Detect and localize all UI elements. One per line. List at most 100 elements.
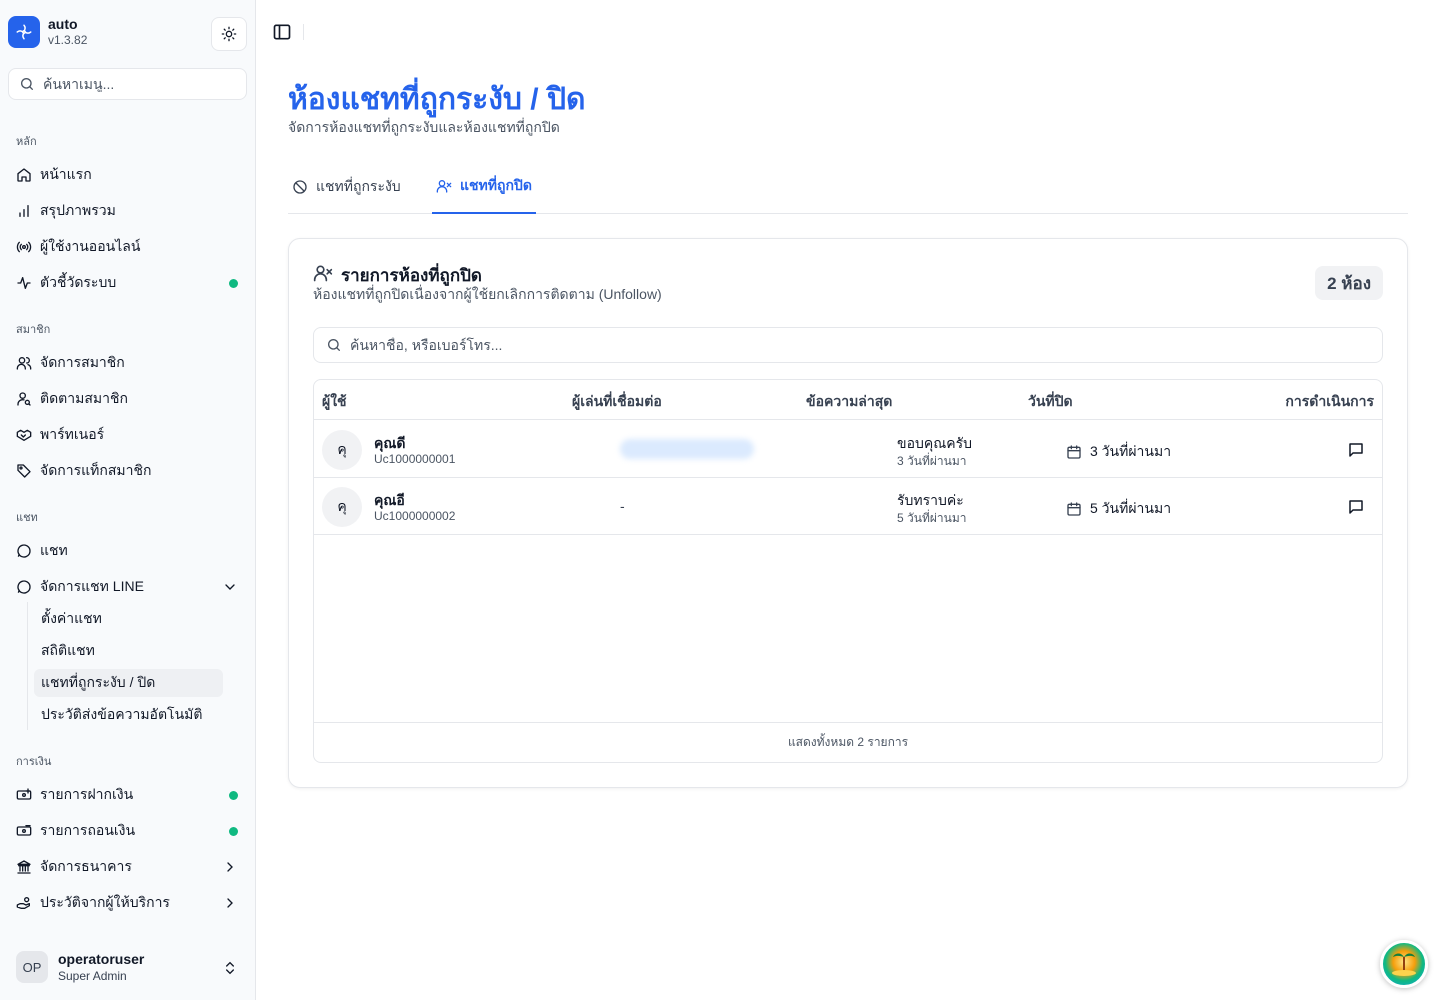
avatar: OP (16, 951, 48, 983)
chevron-down-icon (225, 584, 235, 590)
sidebar-item-overview[interactable]: สรุปภาพรวม (8, 195, 248, 227)
closed-date: 3 วันที่ผ่านมา (1066, 441, 1171, 463)
user-x-icon (313, 265, 333, 282)
menu-search[interactable] (8, 68, 247, 100)
open-chat-icon[interactable] (1347, 498, 1365, 516)
sidebar-item-online-users[interactable]: ผู้ใช้งานออนไลน์ (8, 231, 248, 263)
chevrons-up-down-icon (226, 961, 234, 975)
sidebar-item-label: จัดการแชท LINE (40, 578, 144, 594)
count-badge: 2 ห้อง (1315, 266, 1383, 300)
bank-icon (17, 860, 31, 874)
search-icon (21, 78, 33, 90)
sidebar-toggle-icon[interactable] (272, 22, 292, 42)
closed-date: 5 วันที่ผ่านมา (1066, 498, 1171, 520)
sidebar-item-system-metrics[interactable]: ตัวชี้วัดระบบ (8, 267, 248, 299)
closed-date-label: 5 วันที่ผ่านมา (1090, 500, 1172, 516)
sidebar-item-manage-members[interactable]: จัดการสมาชิก (8, 347, 248, 379)
sun-icon (221, 26, 237, 42)
app-logo-icon (8, 16, 40, 48)
message-circle-icon (17, 580, 31, 594)
sidebar-item-label: ติดตามสมาชิก (40, 390, 128, 406)
open-chat-icon[interactable] (1347, 441, 1365, 459)
search-icon (328, 339, 340, 351)
sidebar-subitem-auto-message-history[interactable]: ประวัติส่งข้อความอัตโนมัติ (34, 701, 223, 729)
column-header-user: ผู้ใช้ (322, 393, 347, 409)
deposit-icon (16, 788, 32, 800)
table-row[interactable]: คุ คุณดี Uc1000000001 ขอบคุณครับ 3 วันที… (314, 421, 1382, 478)
sidebar-item-banks[interactable]: จัดการธนาคาร (8, 851, 248, 883)
sidebar-item-partners[interactable]: พาร์ทเนอร์ (8, 419, 248, 451)
sidebar-subitem-chat-stats[interactable]: สถิติแชท (34, 637, 223, 665)
home-icon (17, 168, 31, 182)
app-version: v1.3.82 (48, 33, 88, 47)
theme-toggle-button[interactable] (211, 17, 247, 51)
user-menu[interactable]: OP operatoruser Super Admin (8, 940, 248, 994)
table-row[interactable]: คุ คุณอี Uc1000000002 - รับทราบค่ะ 5 วัน… (314, 478, 1382, 535)
brand[interactable]: auto v1.3.82 (8, 16, 87, 48)
table-header: ผู้ใช้ ผู้เล่นที่เชื่อมต่อ ข้อความล่าสุด… (314, 380, 1382, 420)
closed-date-label: 3 วันที่ผ่านมา (1090, 443, 1172, 459)
page-title: ห้องแชทที่ถูกระงับ / ปิด (288, 83, 586, 116)
users-icon (16, 357, 32, 370)
bar-chart-icon (19, 205, 29, 217)
withdraw-icon (16, 825, 32, 836)
tab-blocked-chats[interactable]: แชทที่ถูกระงับ (288, 160, 405, 214)
app-name: auto (48, 16, 78, 32)
column-header-actions: การดำเนินการ (1285, 393, 1374, 409)
room-search-input[interactable] (350, 337, 1350, 353)
linked-player: - (620, 498, 625, 514)
sidebar-item-withdrawals[interactable]: รายการถอนเงิน (8, 815, 248, 847)
sidebar-item-provider-history[interactable]: ประวัติจากผู้ให้บริการ (8, 887, 248, 919)
sidebar-item-track-members[interactable]: ติดตามสมาชิก (8, 383, 248, 415)
sidebar-item-line-chat[interactable]: จัดการแชท LINE (8, 571, 248, 603)
column-header-linked-player: ผู้เล่นที่เชื่อมต่อ (572, 393, 662, 409)
closed-rooms-card: รายการห้องที่ถูกปิด ห้องแชทที่ถูกปิดเนื่… (288, 238, 1408, 788)
sidebar-item-label: จัดการสมาชิก (40, 354, 125, 370)
sidebar-item-deposits[interactable]: รายการฝากเงิน (8, 779, 248, 811)
status-dot (229, 827, 238, 836)
calendar-icon (1067, 445, 1081, 459)
radio-icon (16, 241, 32, 253)
last-message-time: 5 วันที่ผ่านมา (897, 511, 967, 525)
activity-icon (17, 277, 31, 289)
hand-coins-icon (16, 897, 30, 909)
status-dot (229, 791, 238, 800)
sidebar-item-label: จัดการธนาคาร (40, 858, 132, 874)
tabs: แชทที่ถูกระงับ แชทที่ถูกปิด (288, 160, 1408, 214)
closed-rooms-table: ผู้ใช้ ผู้เล่นที่เชื่อมต่อ ข้อความล่าสุด… (313, 379, 1383, 763)
sidebar-subitem-chat-settings[interactable]: ตั้งค่าแชท (34, 605, 223, 633)
user-role: Super Admin (58, 968, 127, 983)
sidebar-item-label: พาร์ทเนอร์ (40, 426, 105, 442)
sidebar-item-chat[interactable]: แชท (8, 535, 248, 567)
tab-label: แชทที่ถูกระงับ (316, 178, 401, 194)
chevron-right-icon (227, 898, 233, 908)
section-label-main: หลัก (16, 136, 37, 148)
tab-label: แชทที่ถูกปิด (460, 177, 532, 193)
sidebar-item-label: ผู้ใช้งานออนไลน์ (40, 238, 141, 254)
sidebar-subitem-blocked-chats[interactable]: แชทที่ถูกระงับ / ปิด (34, 669, 223, 697)
avatar: คุ (322, 487, 362, 527)
room-search[interactable] (313, 327, 1383, 363)
tab-closed-chats[interactable]: แชทที่ถูกปิด (432, 160, 536, 214)
sidebar-item-label: สรุปภาพรวม (40, 202, 116, 218)
chevron-right-icon (227, 862, 233, 872)
sidebar-item-label: จัดการแท็กสมาชิก (40, 462, 152, 478)
user-id: Uc1000000001 (374, 452, 456, 466)
sidebar-item-label: รายการถอนเงิน (40, 822, 136, 838)
user-id: Uc1000000002 (374, 509, 456, 523)
last-message-time: 3 วันที่ผ่านมา (897, 454, 967, 468)
island-icon (1392, 953, 1416, 976)
floating-assistant-button[interactable] (1380, 940, 1428, 988)
sidebar-item-member-tags[interactable]: จัดการแท็กสมาชิก (8, 455, 248, 487)
user-name: operatoruser (58, 950, 145, 967)
section-label-finance: การเงิน (16, 756, 52, 768)
divider (303, 24, 304, 40)
sidebar-item-label: ตัวชี้วัดระบบ (40, 274, 117, 290)
sidebar-item-label: หน้าแรก (40, 166, 92, 182)
column-header-closed-date: วันที่ปิด (1028, 393, 1073, 409)
menu-search-input[interactable] (43, 76, 233, 92)
sidebar-item-home[interactable]: หน้าแรก (8, 159, 248, 191)
submenu-guide-line (27, 602, 28, 730)
column-header-last-message: ข้อความล่าสุด (806, 393, 893, 409)
linked-player-blurred (620, 439, 754, 459)
